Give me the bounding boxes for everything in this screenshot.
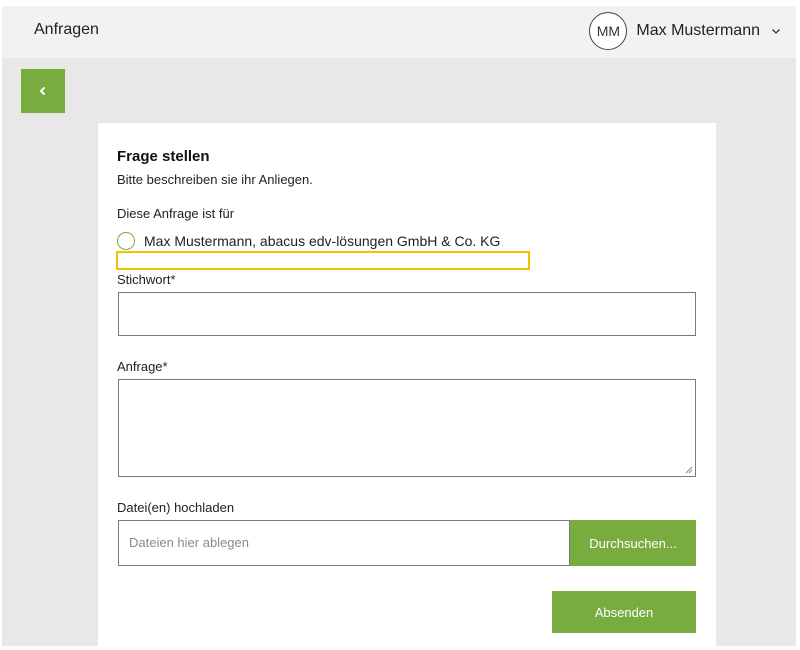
upload-label: Datei(en) hochladen <box>117 500 235 515</box>
browse-button[interactable]: Durchsuchen... <box>570 520 696 566</box>
request-label: Anfrage* <box>117 359 168 374</box>
submit-button[interactable]: Absenden <box>552 591 696 633</box>
chevron-left-icon <box>39 86 46 96</box>
page-title: Anfragen <box>34 21 99 38</box>
recipient-radio-option[interactable]: Max Mustermann, abacus edv-lösungen GmbH… <box>117 232 500 250</box>
back-button[interactable] <box>21 69 65 113</box>
chevron-down-icon <box>772 29 780 34</box>
resize-handle-icon[interactable] <box>684 465 693 474</box>
app-window: Anfragen MM Max Mustermann Frage stellen… <box>2 6 796 646</box>
user-menu[interactable]: MM Max Mustermann <box>589 12 782 50</box>
keyword-label: Stichwort* <box>117 272 176 287</box>
keyword-input[interactable] <box>118 292 696 336</box>
recipient-label: Diese Anfrage ist für <box>117 206 235 221</box>
form-subtitle: Bitte beschreiben sie ihr Anliegen. <box>117 172 313 187</box>
top-bar: Anfragen MM Max Mustermann <box>2 6 796 58</box>
avatar: MM <box>589 12 628 50</box>
request-form-card: Frage stellen Bitte beschreiben sie ihr … <box>98 123 716 646</box>
dropzone-placeholder: Dateien hier ablegen <box>129 535 249 550</box>
recipient-option-label: Max Mustermann, abacus edv-lösungen GmbH… <box>144 233 501 249</box>
user-name: Max Mustermann <box>636 22 760 39</box>
file-dropzone[interactable]: Dateien hier ablegen <box>118 520 570 566</box>
form-title: Frage stellen <box>117 148 210 165</box>
radio-button[interactable] <box>117 232 135 250</box>
request-textarea[interactable] <box>118 379 696 477</box>
highlight-box <box>116 251 530 270</box>
